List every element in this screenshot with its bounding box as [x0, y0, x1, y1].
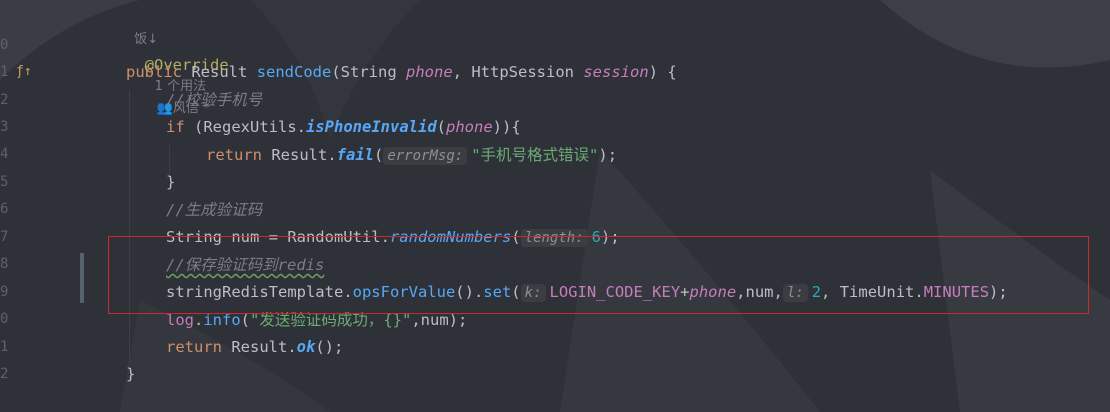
code-line-close: } [126, 365, 136, 383]
param-hint: errorMsg: [383, 147, 468, 165]
keyword-token: public [126, 63, 182, 81]
keyword-token: return [166, 338, 222, 356]
method-token: ok [296, 338, 316, 356]
line-number: 5 [0, 174, 9, 190]
code-line-return-fail: return Result.fail(errorMsg: "手机号格式错误"); [206, 145, 617, 165]
code-token: (); [315, 338, 344, 356]
code-token: ( [373, 146, 384, 164]
line-number: 3 [0, 119, 9, 135]
method-name-token: sendCode [256, 63, 332, 81]
line-number: 2 [0, 92, 9, 108]
code-token: ) { [648, 63, 677, 81]
line-number: 7 [0, 229, 9, 245]
line-number: 9 [0, 284, 9, 300]
code-token: ); [598, 146, 618, 164]
indent-guide [169, 145, 170, 175]
line-number: 4 [0, 146, 9, 162]
code-token: ( [436, 118, 446, 136]
line-number: 8 [0, 256, 9, 272]
line-number: 0 [0, 311, 9, 327]
author-hint: 饭↓ [126, 10, 158, 47]
line-number: 1 [0, 339, 9, 355]
indent-guide [129, 90, 130, 364]
code-token: Result. [222, 338, 297, 356]
code-token: Result. [262, 146, 337, 164]
line-number: 6 [0, 201, 9, 217]
keyword-token: return [206, 146, 262, 164]
code-token: , HttpSession [452, 63, 584, 81]
line-number: 0 [0, 37, 9, 53]
code-line-annotation: @Override 1 个用法 👥风信 * [126, 35, 229, 116]
code-line-signature: public Result sendCode(String phone, Htt… [126, 62, 677, 82]
line-number-gutter: 0 1 2 3 4 5 6 7 8 9 0 1 2 ƒ↑ [0, 0, 78, 412]
code-comment: //生成验证码 [166, 201, 263, 219]
method-token: fail [336, 146, 374, 164]
code-line-close: } [166, 173, 176, 191]
code-comment: //校验手机号 [166, 91, 263, 109]
code-token: (RegexUtils. [184, 118, 306, 136]
keyword-token: if [166, 118, 185, 136]
code-line-return-ok: return Result.ok(); [166, 337, 343, 357]
string-token: "手机号格式错误" [471, 146, 599, 164]
param-token: phone [446, 118, 493, 136]
vcs-change-marker[interactable] [80, 253, 84, 303]
highlight-box [108, 236, 1089, 314]
type-token: Result [191, 63, 248, 81]
override-method-icon[interactable]: ƒ↑ [16, 64, 32, 79]
code-line-if: if (RegexUtils.isPhoneInvalid(phone)){ [166, 117, 521, 137]
method-token: isPhoneInvalid [306, 118, 437, 136]
param-token: session [583, 63, 649, 81]
line-number: 2 [0, 366, 9, 382]
code-token: (String [331, 63, 406, 81]
code-token: )){ [492, 118, 521, 136]
param-token: phone [406, 63, 453, 81]
line-number: 1 [0, 64, 9, 80]
